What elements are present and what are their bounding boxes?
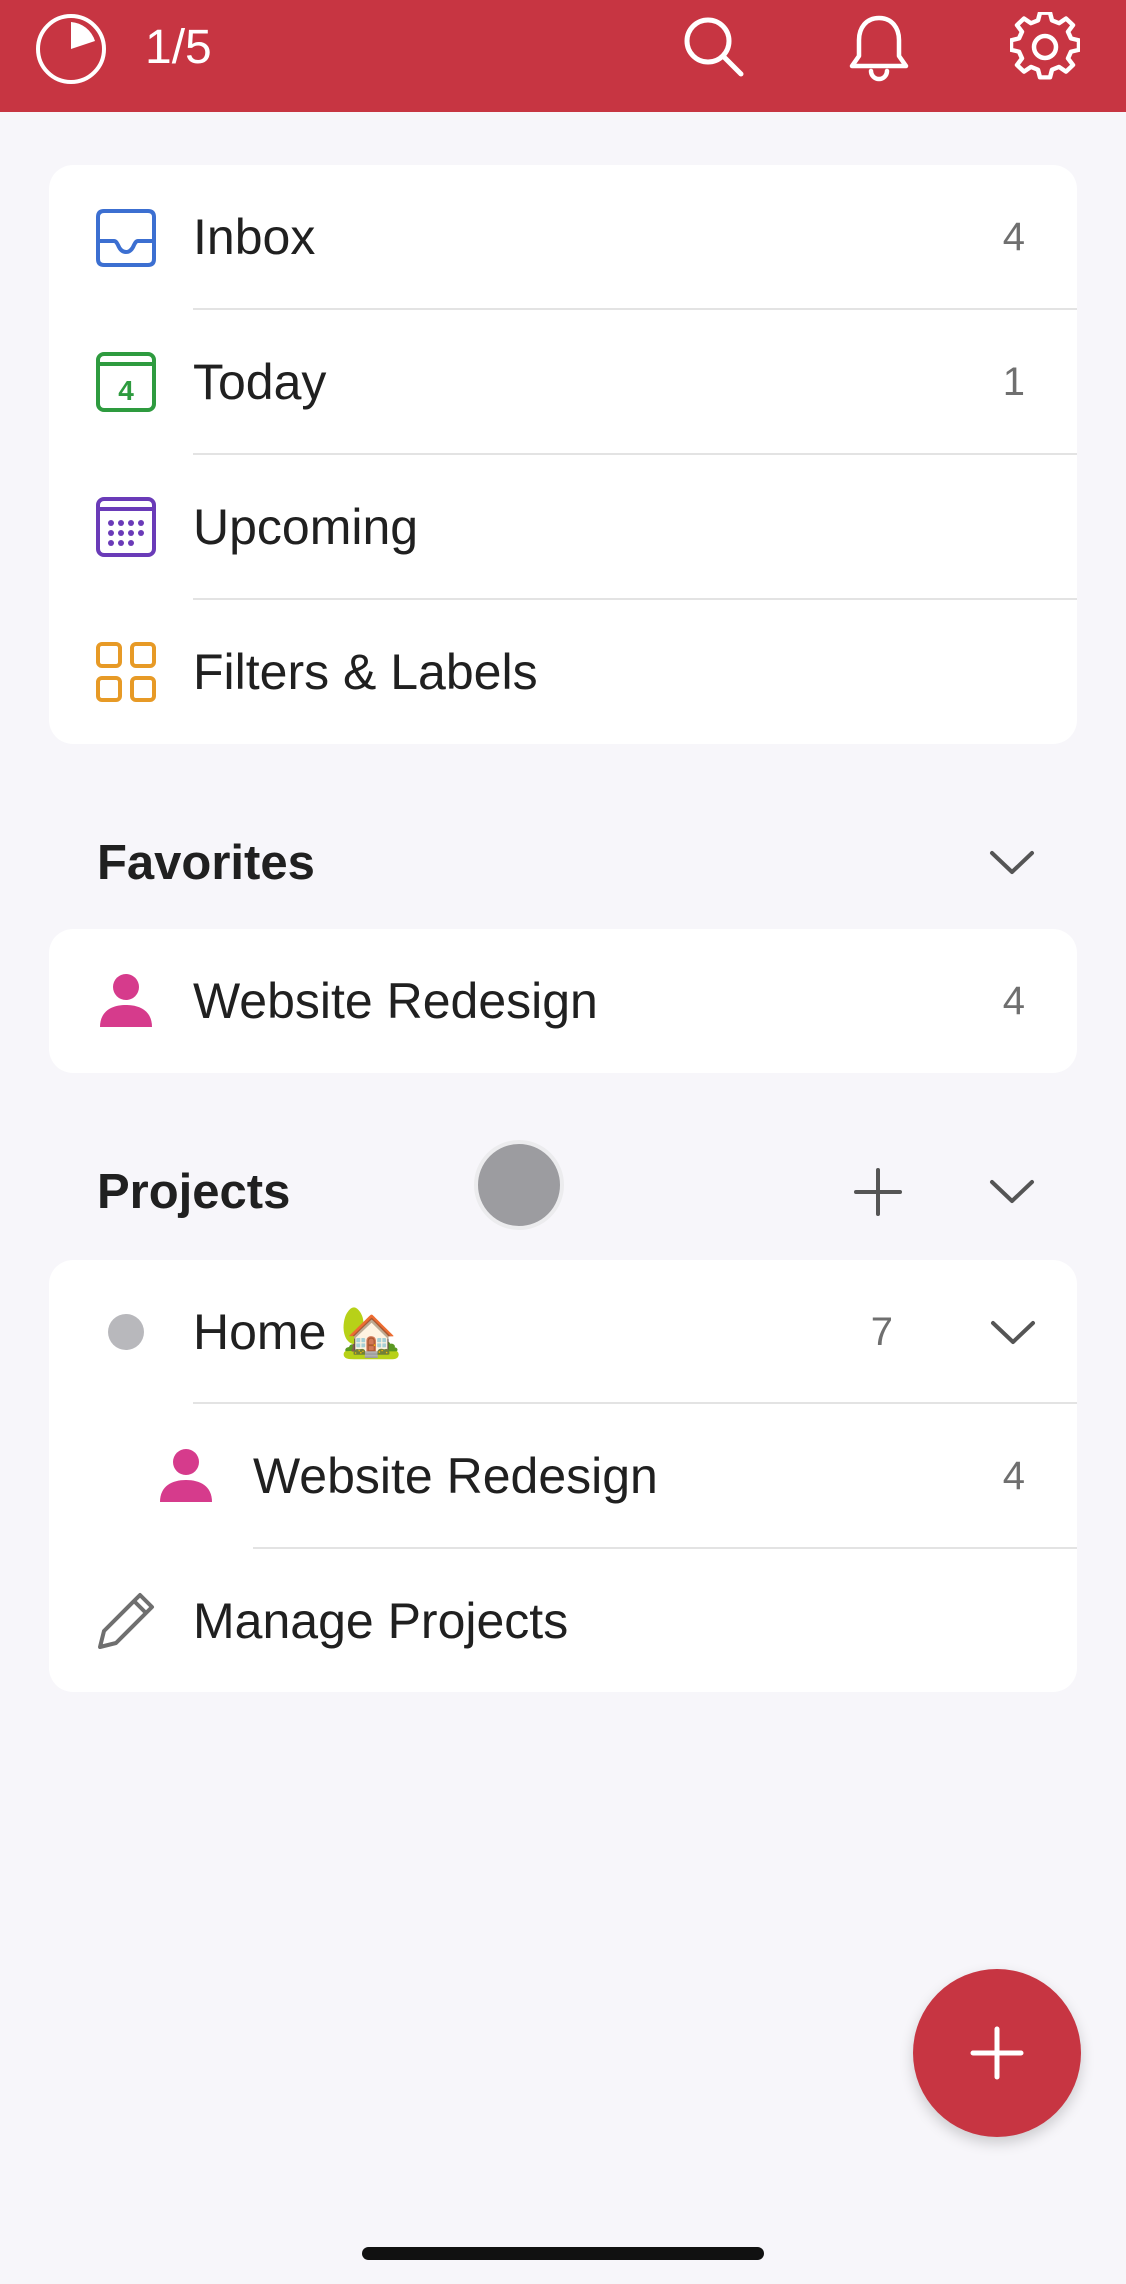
calendar-today-icon: 4 — [96, 352, 156, 412]
nav-item-upcoming[interactable]: Upcoming — [49, 455, 1077, 600]
project-item-count: 7 — [870, 1310, 893, 1354]
main-nav-card: Inbox 4 4 Today 1 Upcoming Filters & Lab… — [49, 165, 1077, 744]
home-indicator — [362, 2247, 764, 2260]
project-item-label: Home 🏡 — [193, 1304, 403, 1360]
favorites-card: Website Redesign 4 — [49, 929, 1077, 1073]
add-project-icon[interactable] — [853, 1167, 903, 1217]
projects-card: Home 🏡 7 Website Redesign 4 Manage Proje… — [49, 1260, 1077, 1692]
project-dot-icon — [108, 1314, 144, 1350]
favorite-item-website-redesign[interactable]: Website Redesign 4 — [49, 929, 1077, 1073]
nav-item-count: 4 — [1002, 215, 1025, 259]
project-item-website-redesign[interactable]: Website Redesign 4 — [49, 1404, 1077, 1549]
nav-item-filters-labels[interactable]: Filters & Labels — [49, 600, 1077, 745]
nav-item-today[interactable]: 4 Today 1 — [49, 310, 1077, 455]
karma-progress-text[interactable]: 1/5 — [145, 18, 212, 78]
chevron-down-icon[interactable] — [988, 848, 1036, 878]
plus-icon — [970, 2026, 1024, 2080]
favorite-item-label: Website Redesign — [193, 973, 598, 1029]
nav-item-label: Filters & Labels — [193, 644, 538, 700]
person-icon — [100, 974, 152, 1027]
manage-projects-button[interactable]: Manage Projects — [49, 1549, 1077, 1694]
project-item-count: 4 — [1002, 1454, 1025, 1498]
nav-item-label: Today — [193, 354, 327, 410]
favorites-heading: Favorites — [97, 836, 315, 890]
person-icon — [160, 1449, 212, 1502]
add-task-button[interactable] — [913, 1969, 1081, 2137]
today-day-number: 4 — [118, 375, 134, 406]
chevron-down-icon[interactable] — [989, 1318, 1037, 1348]
favorite-item-count: 4 — [1002, 979, 1025, 1023]
filters-grid-icon — [96, 642, 156, 702]
manage-projects-label: Manage Projects — [193, 1593, 569, 1649]
project-item-label: Website Redesign — [253, 1448, 658, 1504]
nav-item-label: Inbox — [193, 209, 316, 265]
gear-icon[interactable] — [1010, 12, 1080, 82]
project-item-home[interactable]: Home 🏡 7 — [49, 1260, 1077, 1405]
chevron-down-icon[interactable] — [988, 1177, 1036, 1207]
nav-item-label: Upcoming — [193, 499, 419, 555]
bell-icon[interactable] — [844, 12, 914, 82]
nav-item-count: 1 — [1002, 360, 1025, 404]
pencil-icon — [98, 1593, 154, 1649]
projects-heading: Projects — [97, 1165, 291, 1219]
nav-item-inbox[interactable]: Inbox 4 — [49, 165, 1077, 310]
karma-pie-icon[interactable] — [34, 12, 108, 86]
top-bar: 1/5 — [0, 0, 1126, 112]
touch-indicator — [474, 1140, 564, 1230]
calendar-upcoming-icon — [96, 497, 156, 557]
search-icon[interactable] — [679, 12, 749, 82]
inbox-icon — [96, 209, 156, 267]
